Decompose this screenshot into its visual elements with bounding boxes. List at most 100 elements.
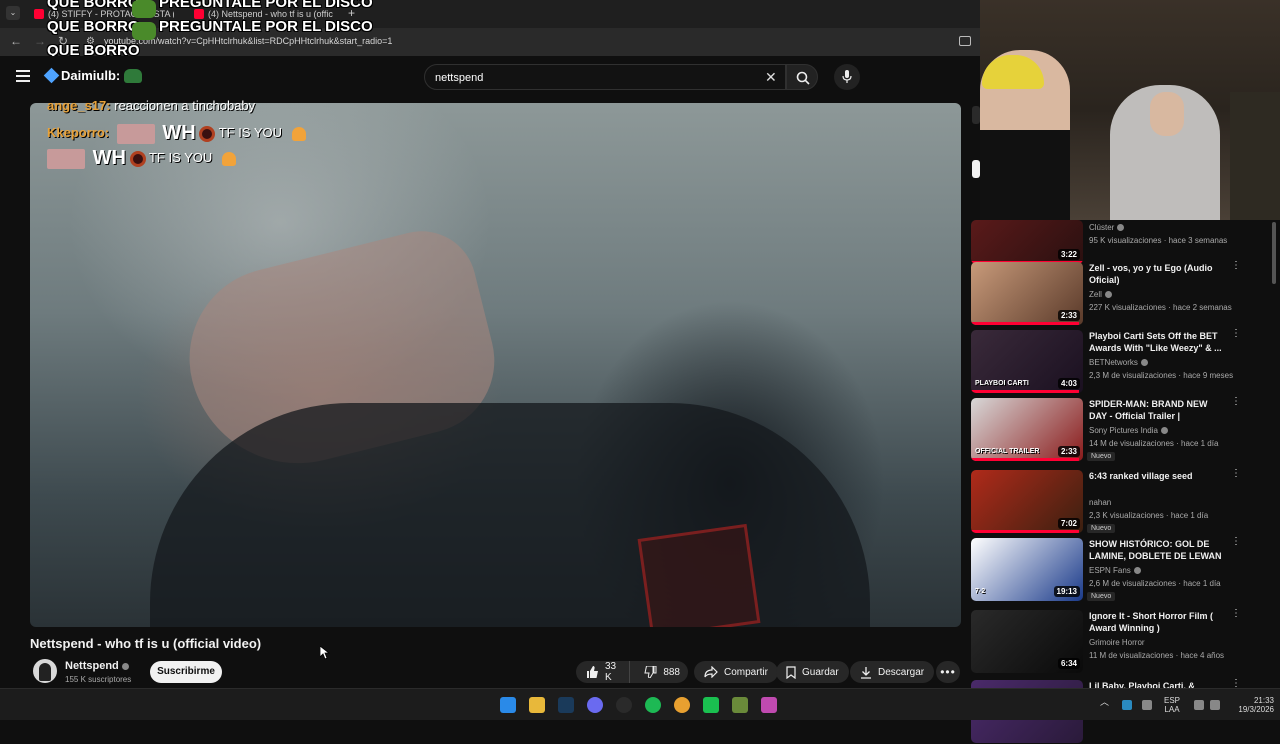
back-arrow-icon[interactable]: ← <box>10 34 22 48</box>
like-button[interactable]: 33 K <box>576 661 631 683</box>
close-icon[interactable]: ✕ <box>765 69 777 86</box>
steam-icon[interactable] <box>558 697 574 713</box>
video-channel[interactable]: Grimoire Horror <box>1089 638 1145 647</box>
clock-time: 21:33 <box>1253 696 1274 705</box>
video-player[interactable] <box>30 103 961 627</box>
kebab-menu-icon[interactable]: ⋮ <box>1231 397 1241 407</box>
video-meta: 227 K visualizaciones · hace 2 semanas <box>1089 303 1232 312</box>
more-actions-button[interactable]: ••• <box>936 661 960 683</box>
discord-icon[interactable] <box>587 697 603 713</box>
chat-channel-name: Daimiulb: <box>61 68 121 83</box>
sidebar-scrollbar[interactable] <box>1272 222 1276 284</box>
thumbnail-caption: PLAYBOI CARTI <box>975 380 1029 387</box>
microphone-tray-icon[interactable] <box>1142 700 1152 710</box>
minecraft-icon[interactable] <box>732 697 748 713</box>
stream-overlay-text: PREGUNTALE POR EL DISCO <box>159 0 373 11</box>
language-indicator[interactable]: ESP LAA <box>1164 696 1180 714</box>
emote-icon <box>116 123 155 144</box>
dislike-button[interactable]: 888 <box>636 661 688 683</box>
mouse-cursor-icon <box>320 646 330 660</box>
tab-search-button[interactable]: ⌄ <box>6 6 20 20</box>
new-badge: Nuevo <box>1087 524 1116 533</box>
video-title[interactable]: Playboi Carti Sets Off the BET Awards Wi… <box>1089 330 1225 354</box>
share-label: Compartir <box>724 666 768 678</box>
video-thumbnail[interactable]: 3:22 <box>971 220 1083 264</box>
chat-text: TF IS YOU <box>218 124 283 140</box>
cast-icon[interactable] <box>959 36 971 46</box>
kebab-menu-icon[interactable]: ⋮ <box>1231 537 1241 547</box>
video-meta: 95 K visualizaciones · hace 3 semanas <box>1089 236 1228 245</box>
network-icon[interactable] <box>1194 700 1204 710</box>
watch-progress-bar <box>971 458 1079 461</box>
save-button[interactable]: Guardar <box>776 661 849 683</box>
channel-name[interactable]: Nettspend <box>65 660 129 672</box>
kebab-menu-icon[interactable]: ⋮ <box>1231 679 1241 689</box>
download-button[interactable]: Descargar <box>850 661 935 683</box>
recommendation-item[interactable]: 7-2 19:13 SHOW HISTÓRICO: GOL DE LAMINE, D… <box>971 537 1271 602</box>
subscribe-button[interactable]: Suscribirme <box>150 661 222 683</box>
verified-icon <box>1133 567 1141 575</box>
security-icon[interactable] <box>1122 700 1132 710</box>
search-input[interactable] <box>435 69 735 87</box>
forward-arrow-icon[interactable]: → <box>34 34 46 48</box>
streamer-1-shirt <box>980 130 1070 220</box>
video-thumbnail[interactable]: 7-2 19:13 <box>971 538 1083 601</box>
thumbs-down-icon <box>644 666 657 678</box>
chat-text: reaccionen a tinchobaby <box>114 98 256 113</box>
file-explorer-icon[interactable] <box>529 697 545 713</box>
video-title[interactable]: Ignore It - Short Horror Film ( Award Wi… <box>1089 610 1225 634</box>
triangle-app-icon[interactable] <box>761 697 777 713</box>
chat-message: WH TF IS YOU <box>47 147 236 170</box>
streamer-2-face <box>1150 92 1184 136</box>
channel-avatar[interactable] <box>33 659 57 683</box>
video-title[interactable]: Zell - vos, yo y tu Ego (Audio Oficial) <box>1089 262 1225 286</box>
kebab-menu-icon[interactable]: ⋮ <box>1231 261 1241 271</box>
volume-icon[interactable] <box>1210 700 1220 710</box>
video-meta: 2,6 M de visualizaciones · hace 1 día <box>1089 579 1221 588</box>
like-count: 33 K <box>605 661 617 683</box>
menu-icon[interactable] <box>16 70 30 82</box>
voice-search-button[interactable] <box>834 64 860 90</box>
recommendation-item[interactable]: PLAYBOI CARTI 4:03 Playboi Carti Sets Off … <box>971 329 1271 394</box>
video-channel[interactable]: ESPN Fans <box>1089 566 1141 575</box>
kebab-menu-icon[interactable]: ⋮ <box>1231 609 1241 619</box>
watch-progress-bar <box>971 390 1079 393</box>
video-thumbnail[interactable]: OFFICIAL TRAILER 2:33 <box>971 398 1083 461</box>
share-button[interactable]: Compartir <box>694 661 778 683</box>
obs-icon[interactable] <box>616 697 632 713</box>
video-channel[interactable]: BETNetworks <box>1089 358 1148 367</box>
fire-emote-icon <box>291 126 306 141</box>
verified-icon <box>1104 291 1112 299</box>
video-thumbnail[interactable]: 7:02 <box>971 470 1083 533</box>
search-icon <box>796 71 810 85</box>
recommendation-item[interactable]: OFFICIAL TRAILER 2:33 SPIDER-MAN: BRAND NE… <box>971 397 1271 462</box>
video-thumbnail[interactable]: 2:33 <box>971 262 1083 325</box>
video-thumbnail[interactable]: PLAYBOI CARTI 4:03 <box>971 330 1083 393</box>
video-channel[interactable]: Zell <box>1089 290 1112 299</box>
fire-emote-icon <box>221 151 236 166</box>
chrome-icon[interactable] <box>674 697 690 713</box>
windows-start-icon[interactable] <box>500 697 516 713</box>
green-app-icon[interactable] <box>703 697 719 713</box>
kebab-menu-icon[interactable]: ⋮ <box>1231 469 1241 479</box>
video-thumbnail[interactable]: 6:34 <box>971 610 1083 673</box>
search-button[interactable] <box>786 64 818 90</box>
video-channel[interactable]: Sony Pictures India <box>1089 426 1168 435</box>
chevron-up-icon[interactable]: ︿ <box>1100 695 1110 707</box>
recommendation-item[interactable]: 2:33 Zell - vos, yo y tu Ego (Audio Ofici… <box>971 261 1271 326</box>
clock[interactable]: 21:33 19/3/2026 <box>1228 696 1274 714</box>
kebab-menu-icon[interactable]: ⋮ <box>1231 329 1241 339</box>
sidebar-chip-edge <box>972 106 980 124</box>
search-box[interactable]: ✕ <box>424 64 786 90</box>
recommendation-item[interactable]: 7:02 6:43 ranked village seed ⋮ nahan 2,3 K … <box>971 469 1271 534</box>
video-title[interactable]: SPIDER-MAN: BRAND NEW DAY - Official Tra… <box>1089 398 1225 422</box>
video-duration: 2:33 <box>1057 310 1080 321</box>
recommendation-item[interactable]: 6:34 Ignore It - Short Horror Film ( Awar… <box>971 609 1271 674</box>
video-title[interactable]: 6:43 ranked village seed <box>1089 470 1225 482</box>
spotify-icon[interactable] <box>645 697 661 713</box>
video-title[interactable]: SHOW HISTÓRICO: GOL DE LAMINE, DOBLETE D… <box>1089 538 1225 562</box>
thumbnail-caption: 7-2 <box>975 588 986 595</box>
video-title: Nettspend - who tf is u (official video) <box>30 636 262 651</box>
video-channel[interactable]: nahan <box>1089 498 1111 507</box>
video-channel[interactable]: Clúster <box>1089 223 1125 232</box>
